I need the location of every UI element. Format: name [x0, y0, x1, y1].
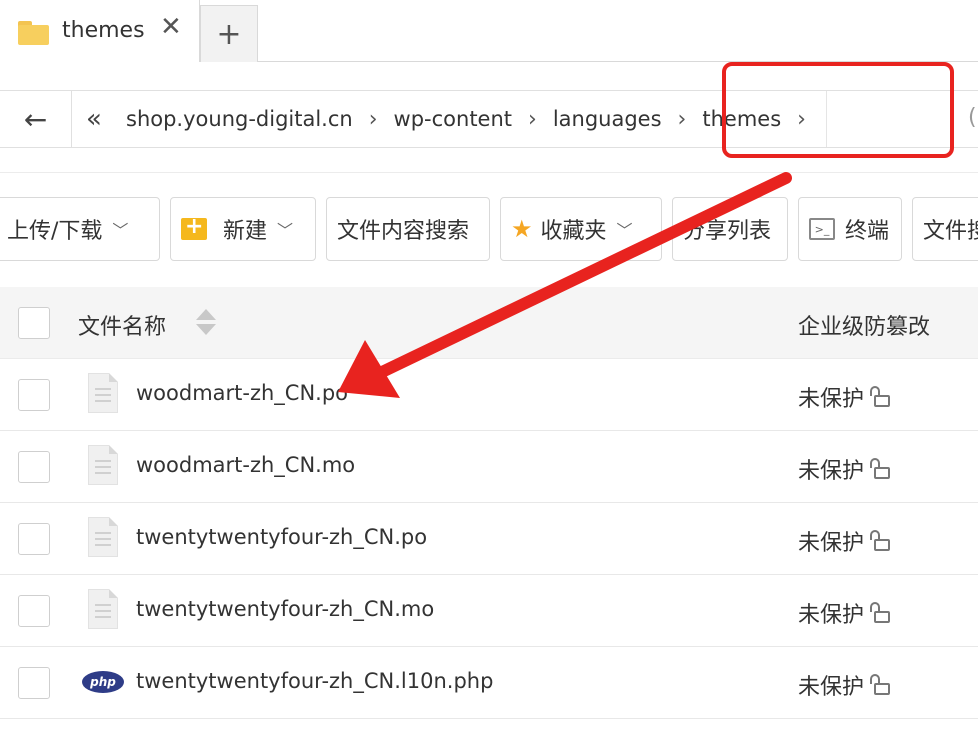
- file-name[interactable]: twentytwentyfour-zh_CN.mo: [136, 597, 434, 621]
- file-name[interactable]: woodmart-zh_CN.po: [136, 381, 348, 405]
- protection-status: 未保护: [798, 453, 891, 485]
- select-all-checkbox[interactable]: [18, 307, 50, 339]
- status-text: 未保护: [798, 459, 865, 484]
- table-row[interactable]: woodmart-zh_CN.po 未保护: [0, 359, 978, 431]
- status-text: 未保护: [798, 675, 865, 700]
- unlock-icon[interactable]: [868, 386, 891, 408]
- share-list-label: 分享列表: [683, 219, 772, 244]
- file-name[interactable]: twentytwentyfour-zh_CN.po: [136, 525, 427, 549]
- row-checkbox[interactable]: [18, 451, 50, 483]
- file-icon: [88, 589, 118, 629]
- tab-bar: themes ✕ +: [0, 0, 978, 62]
- breadcrumb-item-wp-content[interactable]: wp-content: [384, 107, 522, 131]
- terminal-icon: >_: [809, 218, 835, 240]
- unlock-icon[interactable]: [868, 674, 891, 696]
- breadcrumb-divider: [825, 91, 827, 147]
- favorites-label: 收藏夹: [540, 219, 607, 244]
- breadcrumb: « shop.young-digital.cn › wp-content › l…: [72, 91, 827, 147]
- new-tab-button[interactable]: +: [200, 5, 258, 62]
- breadcrumb-item-domain[interactable]: shop.young-digital.cn: [116, 107, 363, 131]
- row-checkbox[interactable]: [18, 595, 50, 627]
- protection-status: 未保护: [798, 669, 891, 701]
- file-icon: [88, 373, 118, 413]
- chevron-right-icon: ›: [677, 106, 687, 132]
- protection-status: 未保护: [798, 525, 891, 557]
- chevron-right-icon: ›: [368, 106, 378, 132]
- table-row[interactable]: twentytwentyfour-zh_CN.mo 未保护: [0, 575, 978, 647]
- file-name[interactable]: woodmart-zh_CN.mo: [136, 453, 355, 477]
- new-folder-icon: [181, 214, 207, 240]
- file-search-label: 文件搜: [923, 219, 978, 244]
- column-header-name[interactable]: 文件名称: [78, 309, 166, 341]
- tab-themes[interactable]: themes ✕: [0, 0, 200, 62]
- php-icon: php: [82, 671, 124, 693]
- protection-status: 未保护: [798, 381, 891, 413]
- favorites-button[interactable]: ★ 收藏夹 ﹀: [500, 197, 662, 261]
- file-icon: [88, 445, 118, 485]
- chevron-down-icon: ﹀: [277, 221, 294, 240]
- protection-status: 未保护: [798, 597, 891, 629]
- chevron-down-icon: ﹀: [616, 221, 633, 240]
- status-text: 未保护: [798, 603, 865, 628]
- content-search-button[interactable]: 文件内容搜索: [326, 197, 490, 261]
- file-icon: [88, 517, 118, 557]
- sort-icon[interactable]: [196, 309, 216, 337]
- status-text: 未保护: [798, 531, 865, 556]
- file-name[interactable]: twentytwentyfour-zh_CN.l10n.php: [136, 669, 493, 693]
- file-search-button[interactable]: 文件搜: [912, 197, 978, 261]
- unlock-icon[interactable]: [868, 530, 891, 552]
- terminal-button[interactable]: >_ 终端: [798, 197, 902, 261]
- table-header: 文件名称 企业级防篡改: [0, 287, 978, 359]
- table-row[interactable]: woodmart-zh_CN.mo 未保护: [0, 431, 978, 503]
- collapse-chevron-icon[interactable]: «: [72, 104, 116, 134]
- column-header-protection: 企业级防篡改: [798, 315, 931, 340]
- table-row[interactable]: php twentytwentyfour-zh_CN.l10n.php 未保护: [0, 647, 978, 719]
- row-checkbox[interactable]: [18, 379, 50, 411]
- unlock-icon[interactable]: [868, 458, 891, 480]
- toolbar: 上传/下载 ﹀ 新建 ﹀ 文件内容搜索 ★ 收藏夹 ﹀ 分享列表 >_ 终端 文…: [0, 172, 978, 287]
- back-arrow-icon[interactable]: ←: [0, 91, 72, 147]
- address-overflow-text: (: [968, 105, 977, 130]
- address-bar: ← « shop.young-digital.cn › wp-content ›…: [0, 90, 978, 148]
- row-checkbox[interactable]: [18, 523, 50, 555]
- unlock-icon[interactable]: [868, 602, 891, 624]
- close-icon[interactable]: ✕: [160, 14, 182, 40]
- breadcrumb-item-themes[interactable]: themes: [692, 107, 791, 131]
- new-button[interactable]: 新建 ﹀: [170, 197, 316, 261]
- table-row[interactable]: twentytwentyfour-zh_CN.po 未保护: [0, 503, 978, 575]
- share-list-button[interactable]: 分享列表: [672, 197, 788, 261]
- terminal-label: 终端: [845, 219, 890, 244]
- chevron-right-icon: ›: [528, 106, 537, 132]
- content-search-label: 文件内容搜索: [337, 219, 470, 244]
- chevron-right-icon[interactable]: ›: [791, 107, 812, 132]
- chevron-down-icon: ﹀: [112, 221, 129, 240]
- new-label: 新建: [223, 219, 268, 244]
- star-icon: ★: [511, 215, 533, 243]
- breadcrumb-item-languages[interactable]: languages: [543, 107, 672, 131]
- upload-download-label: 上传/下载: [7, 219, 103, 244]
- tab-label: themes: [62, 18, 145, 43]
- upload-download-button[interactable]: 上传/下载 ﹀: [0, 197, 160, 261]
- folder-icon: [18, 21, 49, 45]
- row-checkbox[interactable]: [18, 667, 50, 699]
- status-text: 未保护: [798, 387, 865, 412]
